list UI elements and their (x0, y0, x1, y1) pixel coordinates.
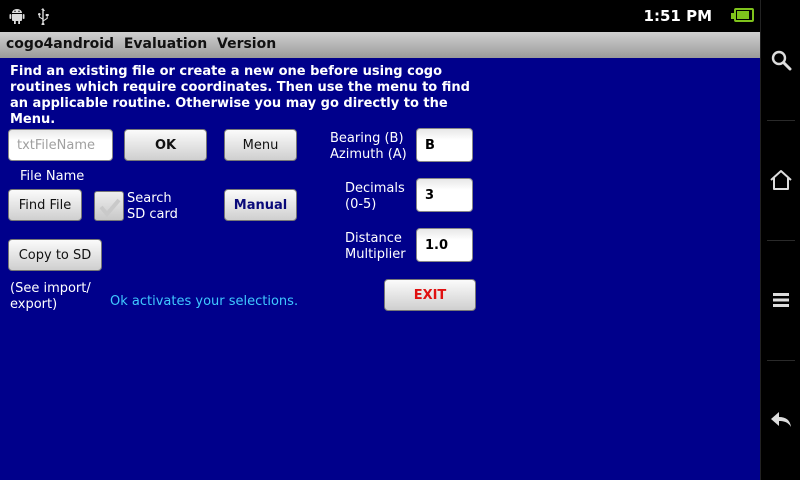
decimals-label-line2: (0-5) (345, 197, 377, 212)
battery-icon (731, 8, 754, 22)
status-bar: 1:51 PM (0, 0, 760, 32)
search-sd-label: Search SD card (127, 191, 178, 223)
usb-icon (38, 8, 49, 25)
hint-text: Ok activates your selections. (110, 294, 299, 309)
android-debug-icon (9, 9, 25, 24)
nav-back-button[interactable] (761, 360, 800, 480)
app-title: cogo4android Evaluation Version (0, 32, 760, 58)
decimals-input[interactable] (416, 178, 473, 212)
menu-button[interactable]: Menu (224, 129, 297, 161)
find-file-button[interactable]: Find File (8, 189, 82, 221)
see-import-line2: export) (10, 297, 58, 312)
nav-menu-button[interactable] (761, 240, 800, 360)
distance-label-line1: Distance (345, 231, 402, 246)
menu-icon (773, 293, 789, 307)
decimals-label: Decimals (0-5) (345, 181, 405, 213)
system-nav-bar (760, 0, 800, 480)
exit-button[interactable]: EXIT (384, 279, 476, 311)
ok-button[interactable]: OK (124, 129, 207, 161)
decimals-label-line1: Decimals (345, 181, 405, 196)
bearing-input[interactable] (416, 128, 473, 162)
file-name-input[interactable] (8, 129, 113, 161)
distance-label-line2: Multiplier (345, 247, 406, 262)
checkmark-icon (99, 198, 121, 218)
intro-text: Find an existing file or create a new on… (10, 64, 470, 127)
search-icon (771, 50, 792, 71)
main-panel: Find an existing file or create a new on… (0, 58, 760, 480)
back-icon (771, 412, 791, 427)
bearing-label-line1: Bearing (B) (330, 131, 404, 146)
manual-button[interactable]: Manual (224, 189, 297, 221)
copy-to-sd-button[interactable]: Copy to SD (8, 239, 102, 271)
status-clock: 1:51 PM (643, 7, 712, 25)
see-import-text: (See import/ export) (10, 281, 91, 313)
home-icon (770, 170, 792, 190)
search-sd-label-line2: SD card (127, 207, 178, 222)
search-sd-checkbox[interactable] (94, 191, 124, 221)
nav-search-button[interactable] (761, 0, 800, 120)
see-import-line1: (See import/ (10, 281, 91, 296)
bearing-label-line2: Azimuth (A) (330, 147, 407, 162)
nav-home-button[interactable] (761, 120, 800, 240)
distance-label: Distance Multiplier (345, 231, 406, 263)
search-sd-label-line1: Search (127, 191, 172, 206)
bearing-label: Bearing (B) Azimuth (A) (330, 131, 407, 163)
distance-multiplier-input[interactable] (416, 228, 473, 262)
file-name-label: File Name (20, 169, 85, 184)
